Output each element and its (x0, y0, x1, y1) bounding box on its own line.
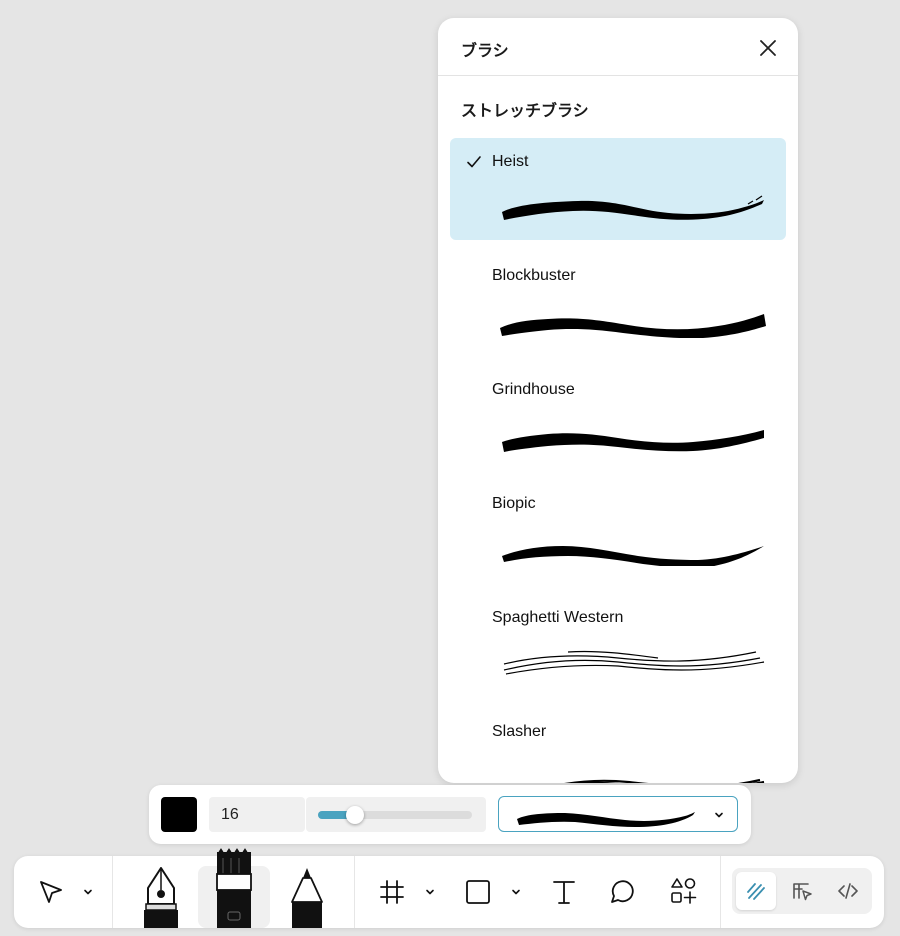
spaghetti-western-stroke-preview (503, 650, 765, 675)
slider-track (318, 811, 472, 819)
brush-item-grindhouse[interactable]: Grindhouse (450, 366, 786, 468)
chevron-down-icon (715, 812, 723, 818)
brush-name: Grindhouse (492, 381, 575, 398)
draw-mode-button[interactable] (736, 872, 776, 910)
pencil-icon[interactable] (286, 866, 328, 928)
section-title: ストレッチブラシ (461, 103, 589, 120)
brush-panel: ブラシ ストレッチブラシ Heist Blockbuster Grindhous… (438, 18, 798, 783)
brush-name: Spaghetti Western (492, 609, 624, 626)
brush-options-bar: 16 (149, 785, 751, 844)
brush-name: Biopic (492, 495, 536, 512)
design-mode-icon (793, 883, 812, 901)
panel-header: ブラシ (438, 18, 798, 76)
brush-name: Blockbuster (492, 267, 576, 284)
panel-title: ブラシ (461, 43, 509, 60)
brush-name: Heist (492, 153, 529, 170)
chevron-down-icon[interactable] (82, 886, 94, 898)
shapes-icon[interactable] (668, 876, 698, 906)
heist-stroke-preview (502, 195, 764, 220)
blockbuster-stroke-preview (500, 314, 766, 338)
grindhouse-stroke-preview (502, 430, 764, 452)
size-input[interactable]: 16 (209, 797, 305, 832)
design-mode-button[interactable] (782, 872, 822, 910)
brush-item-spaghetti-western[interactable]: Spaghetti Western (450, 594, 786, 696)
slasher-stroke-preview (564, 778, 765, 783)
brush-item-slasher[interactable]: Slasher (450, 708, 786, 783)
draw-mode-icon (747, 883, 765, 900)
brush-item-biopic[interactable]: Biopic (450, 480, 786, 582)
rectangle-icon[interactable] (464, 878, 492, 906)
checkmark-icon (467, 156, 481, 168)
dev-mode-button[interactable] (828, 872, 868, 910)
bottom-toolbar (14, 848, 884, 928)
frame-icon[interactable] (378, 878, 406, 906)
pen-icon[interactable] (136, 864, 186, 928)
mode-switcher (732, 868, 872, 914)
chevron-down-icon[interactable] (424, 886, 436, 898)
selected-brush-preview (517, 812, 695, 827)
slider-thumb[interactable] (345, 806, 364, 824)
comment-icon[interactable] (608, 878, 636, 906)
brush-item-heist[interactable]: Heist (450, 138, 786, 240)
code-icon (838, 883, 858, 899)
brush-icon[interactable] (211, 848, 257, 928)
close-icon[interactable] (756, 36, 780, 60)
biopic-stroke-preview (502, 546, 764, 566)
color-swatch[interactable] (161, 797, 197, 832)
brush-select-dropdown[interactable] (498, 796, 738, 832)
size-slider[interactable] (306, 797, 486, 832)
chevron-down-icon[interactable] (510, 886, 522, 898)
text-icon[interactable] (550, 878, 578, 906)
brush-name: Slasher (492, 723, 547, 740)
move-icon[interactable] (36, 878, 66, 908)
brush-item-blockbuster[interactable]: Blockbuster (450, 252, 786, 354)
